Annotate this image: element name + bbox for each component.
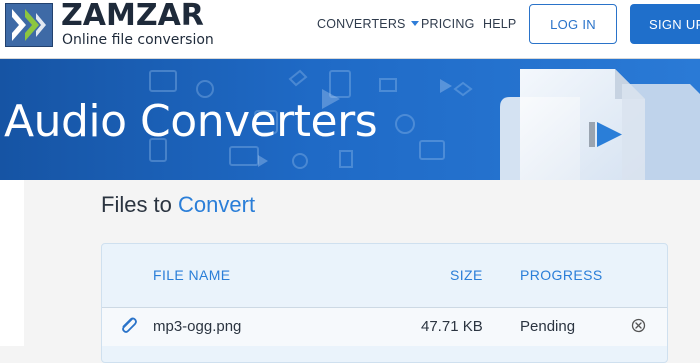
- trademark-symbol: ™: [187, 3, 194, 10]
- signup-button-label: SIGN UP: [649, 16, 700, 32]
- signup-button[interactable]: SIGN UP: [630, 4, 700, 44]
- column-header-progress: PROGRESS: [520, 267, 603, 283]
- login-button[interactable]: LOG IN: [529, 4, 617, 44]
- paperclip-icon: [119, 316, 139, 339]
- nav-converters[interactable]: CONVERTERS: [317, 17, 419, 31]
- logo-wordmark[interactable]: ZAMZAR: [61, 0, 204, 33]
- file-size-cell: 47.71 KB: [421, 318, 483, 335]
- nav-pricing[interactable]: PRICING: [421, 17, 475, 31]
- remove-circle-icon[interactable]: [631, 318, 646, 338]
- login-button-label: LOG IN: [550, 16, 596, 32]
- column-header-size: SIZE: [450, 267, 483, 283]
- file-progress-cell: Pending: [520, 318, 576, 335]
- nav-help[interactable]: HELP: [483, 17, 516, 31]
- site-header: ZAMZAR ™ Online file conversion CONVERTE…: [0, 0, 700, 59]
- file-name-cell: mp3-ogg.png: [153, 318, 242, 335]
- files-section-title: Files to Convert: [101, 192, 255, 218]
- logo-tagline: Online file conversion: [62, 32, 214, 48]
- hero-banner: Audio Converters: [0, 59, 700, 180]
- column-header-file-name: FILE NAME: [153, 267, 231, 283]
- nav-converters-label: CONVERTERS: [317, 17, 406, 31]
- files-title-accent: Convert: [178, 192, 256, 217]
- chevron-down-icon: [410, 21, 419, 26]
- files-title-prefix: Files to: [101, 192, 172, 217]
- left-gutter: [0, 180, 24, 346]
- zamzar-logo-icon[interactable]: [5, 3, 53, 47]
- page-title: Audio Converters: [4, 96, 378, 147]
